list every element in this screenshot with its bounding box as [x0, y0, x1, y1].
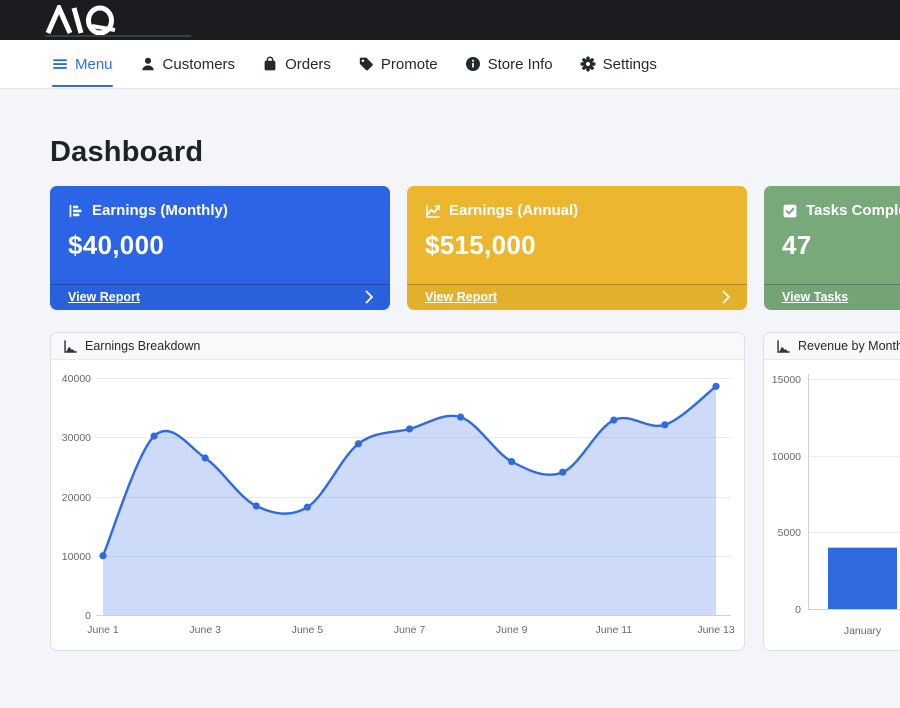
- page-content: Dashboard Earnings (Monthly) $40,000 Vie…: [0, 89, 900, 651]
- nav-label: Settings: [603, 56, 657, 73]
- svg-text:30000: 30000: [62, 432, 91, 444]
- nav-label: Customers: [163, 56, 236, 73]
- view-report-link[interactable]: View Report: [68, 290, 140, 304]
- main-navbar: Menu Customers Orders Promote Store Info: [0, 40, 900, 89]
- gear-icon: [580, 56, 596, 72]
- revenue-by-month-card: Revenue by Month 0 5000 10000 15000 January: [763, 332, 900, 651]
- nav-item-customers[interactable]: Customers: [140, 40, 236, 88]
- nav-item-menu[interactable]: Menu: [52, 40, 113, 88]
- chevron-right-icon: [722, 290, 731, 304]
- info-circle-icon: [465, 56, 481, 72]
- check-square-icon: [782, 203, 798, 219]
- svg-text:40000: 40000: [62, 373, 91, 385]
- svg-text:June 7: June 7: [394, 624, 426, 636]
- svg-text:5000: 5000: [778, 527, 802, 539]
- view-tasks-link[interactable]: View Tasks: [782, 290, 848, 304]
- svg-text:June 9: June 9: [496, 624, 528, 636]
- person-icon: [140, 56, 156, 72]
- charts-row: Earnings Breakdown 0 10000 20000 30000 40000…: [50, 332, 900, 651]
- svg-text:10000: 10000: [62, 551, 91, 563]
- hamburger-icon: [52, 56, 68, 72]
- earnings-breakdown-chart: 0 10000 20000 30000 40000 June 1 June 3 June 5 J…: [51, 360, 744, 650]
- svg-text:10000: 10000: [772, 451, 801, 463]
- nav-item-store-info[interactable]: Store Info: [465, 40, 553, 88]
- chart-title: Revenue by Month: [798, 339, 900, 353]
- area-chart-icon: [776, 339, 791, 354]
- stat-card-tasks-completed: Tasks Completed 47 View Tasks: [764, 186, 900, 310]
- stat-card-title: Earnings (Monthly): [92, 202, 228, 219]
- svg-text:June 3: June 3: [189, 624, 221, 636]
- bar-chart-steps-icon: [68, 203, 84, 219]
- nav-label: Menu: [75, 56, 113, 73]
- earnings-breakdown-card: Earnings Breakdown 0 10000 20000 30000 40000…: [50, 332, 745, 651]
- svg-text:January: January: [844, 625, 882, 637]
- nav-label: Promote: [381, 56, 438, 73]
- svg-text:June 1: June 1: [87, 624, 119, 636]
- stat-card-value: 47: [782, 230, 900, 261]
- bag-icon: [262, 56, 278, 72]
- chevron-right-icon: [365, 290, 374, 304]
- svg-text:June 11: June 11: [596, 624, 633, 636]
- svg-text:June 5: June 5: [292, 624, 324, 636]
- logo-underline: [45, 35, 191, 37]
- view-report-link[interactable]: View Report: [425, 290, 497, 304]
- tag-icon: [358, 56, 374, 72]
- nav-label: Store Info: [488, 56, 553, 73]
- brand-logo[interactable]: [45, 5, 131, 35]
- svg-text:0: 0: [85, 610, 91, 622]
- stat-card-title: Tasks Completed: [806, 202, 900, 219]
- revenue-by-month-chart: 0 5000 10000 15000 January: [764, 360, 900, 650]
- page-title: Dashboard: [50, 136, 900, 169]
- nav-item-promote[interactable]: Promote: [358, 40, 438, 88]
- stat-card-earnings-monthly: Earnings (Monthly) $40,000 View Report: [50, 186, 390, 310]
- stat-card-earnings-annual: Earnings (Annual) $515,000 View Report: [407, 186, 747, 310]
- svg-text:0: 0: [795, 604, 801, 616]
- area-chart-icon: [63, 339, 78, 354]
- top-header-bar: [0, 0, 900, 40]
- stat-card-value: $40,000: [68, 230, 372, 261]
- nav-item-orders[interactable]: Orders: [262, 40, 331, 88]
- stat-cards-row: Earnings (Monthly) $40,000 View Report E…: [50, 186, 900, 310]
- svg-text:June 13: June 13: [697, 624, 735, 636]
- stat-card-title: Earnings (Annual): [449, 202, 578, 219]
- line-graph-icon: [425, 203, 441, 219]
- svg-text:20000: 20000: [62, 492, 91, 504]
- nav-item-settings[interactable]: Settings: [580, 40, 657, 88]
- nav-label: Orders: [285, 56, 331, 73]
- chart-title: Earnings Breakdown: [85, 339, 200, 353]
- stat-card-value: $515,000: [425, 230, 729, 261]
- svg-text:15000: 15000: [772, 374, 801, 386]
